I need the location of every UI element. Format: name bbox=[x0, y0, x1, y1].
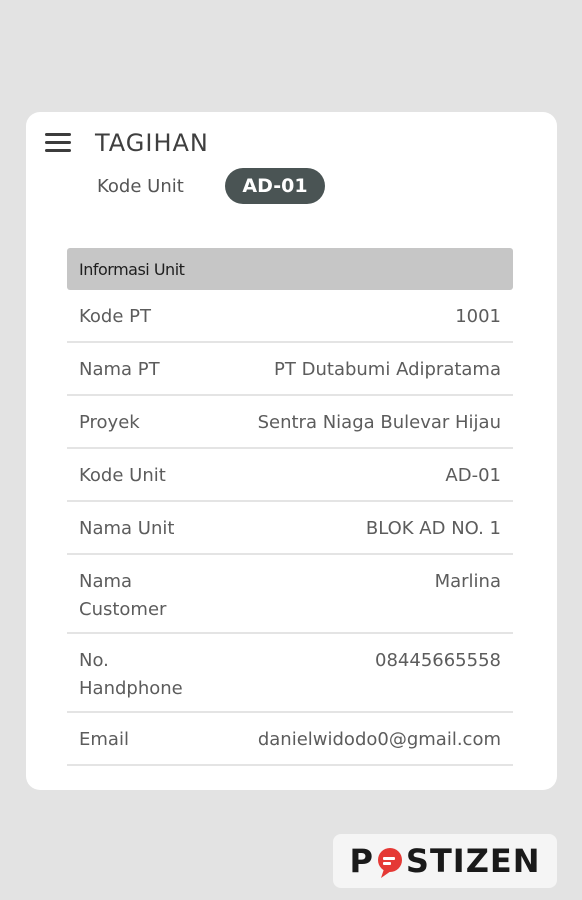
info-value: PT Dutabumi Adipratama bbox=[274, 359, 501, 380]
unit-code-label: Kode Unit bbox=[97, 176, 184, 197]
logo-wordmark: P STIZEN bbox=[349, 842, 540, 880]
info-label: Kode Unit bbox=[79, 465, 166, 486]
info-row-email: Email danielwidodo0@gmail.com bbox=[67, 713, 513, 766]
section-header: Informasi Unit bbox=[67, 248, 513, 290]
info-label: Proyek bbox=[79, 412, 140, 433]
info-row-kode-pt: Kode PT 1001 bbox=[67, 290, 513, 343]
bill-card: TAGIHAN Kode Unit AD-01 Informasi Unit K… bbox=[26, 112, 557, 790]
logo-text-end: STIZEN bbox=[405, 842, 541, 880]
unit-code-badge: AD-01 bbox=[225, 168, 325, 204]
info-row-proyek: Proyek Sentra Niaga Bulevar Hijau bbox=[67, 396, 513, 449]
info-row-nama-unit: Nama Unit BLOK AD NO. 1 bbox=[67, 502, 513, 555]
postizen-logo: P STIZEN bbox=[333, 834, 557, 888]
hamburger-menu-icon[interactable] bbox=[45, 133, 71, 153]
info-row-nama-pt: Nama PT PT Dutabumi Adipratama bbox=[67, 343, 513, 396]
info-value: 1001 bbox=[455, 306, 501, 327]
info-value: AD-01 bbox=[445, 465, 501, 486]
info-value: danielwidodo0@gmail.com bbox=[257, 729, 501, 750]
info-value: Marlina bbox=[434, 571, 501, 592]
page-title: TAGIHAN bbox=[95, 129, 209, 157]
info-label: Kode PT bbox=[79, 306, 151, 327]
info-value: BLOK AD NO. 1 bbox=[365, 518, 501, 539]
info-row-kode-unit: Kode Unit AD-01 bbox=[67, 449, 513, 502]
info-label: No. Handphone bbox=[79, 650, 183, 699]
info-value: 08445665558 bbox=[375, 650, 501, 671]
speech-bubble-icon bbox=[375, 846, 405, 878]
logo-text-start: P bbox=[349, 842, 374, 880]
info-value: Sentra Niaga Bulevar Hijau bbox=[257, 412, 501, 433]
info-label: Nama PT bbox=[79, 359, 160, 380]
info-row-no-handphone: No. Handphone 08445665558 bbox=[67, 634, 513, 713]
unit-info-panel: Informasi Unit Kode PT 1001 Nama PT PT D… bbox=[67, 248, 513, 766]
info-label: Nama Unit bbox=[79, 518, 175, 539]
info-row-nama-customer: Nama Customer Marlina bbox=[67, 555, 513, 634]
info-label: Email bbox=[79, 729, 129, 750]
info-label: Nama Customer bbox=[79, 571, 167, 620]
